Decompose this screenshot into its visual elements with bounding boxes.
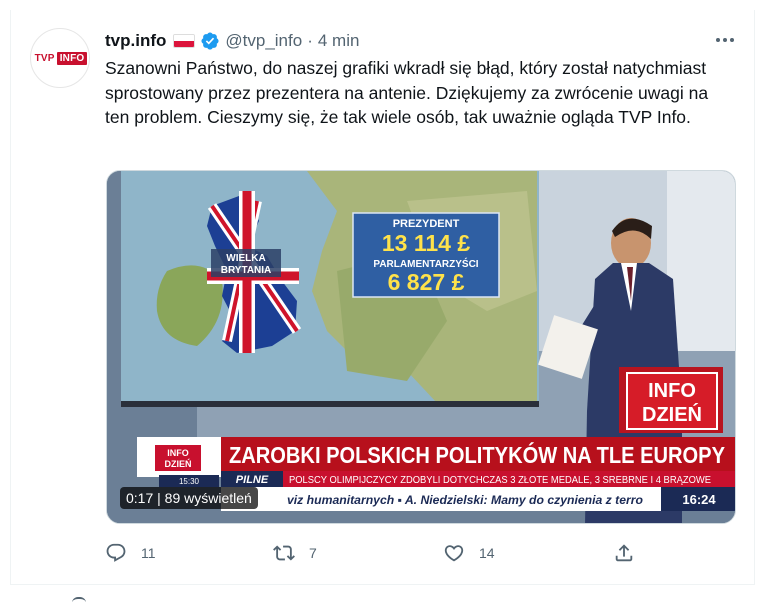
box-title-president: PREZYDENT [393,218,460,230]
small-logo-line2: DZIEŃ [165,459,192,469]
retweet-icon [273,545,295,561]
tweet-header: tvp.info @tvp_info · 4 min [105,30,359,52]
map-label-line1: WIELKA [226,253,265,264]
video-clock: 16:24 [682,492,716,507]
small-logo-time: 15:30 [179,477,200,486]
tweet-timestamp[interactable]: 4 min [318,31,360,51]
info-dzien-logo: INFO DZIEŃ [619,367,723,433]
author-handle[interactable]: @tvp_info [225,31,302,51]
logo-tvp-text: TVP [34,52,55,64]
share-button[interactable] [613,540,635,566]
pilne-label: PILNE [236,474,269,486]
small-logo-line1: INFO [167,448,189,458]
video-timer-views: 0:17 | 89 wyświetleń [120,487,258,509]
ticker-bottom: viz humanitarnych ▪ A. Niedzielski: Mamy… [287,493,643,507]
box-value-president: 13 114 £ [382,230,470,256]
tweet-text: Szanowni Państwo, do naszej grafiki wkra… [105,58,709,127]
next-tweet-icon-stub [72,597,86,602]
poland-flag-icon [173,34,196,48]
more-options-icon[interactable] [712,32,738,48]
reply-icon [106,543,126,562]
box-value-parliament: 6 827 £ [388,269,465,295]
logo-line2: DZIEŃ [642,403,702,426]
verified-badge-icon [201,32,219,50]
heart-icon [444,545,464,562]
reply-count: 11 [141,545,156,561]
map-label-line2: BRYTANIA [221,265,272,276]
avatar[interactable]: TVP INFO [30,28,90,88]
video-headline: ZAROBKI POLSKICH POLITYKÓW NA TLE EUROPY [229,441,725,468]
like-count: 14 [479,545,495,561]
video-player[interactable]: WIELKA BRYTANIA PREZYDENT 13 114 £ PARLA… [106,170,736,524]
separator-dot: · [307,31,313,50]
like-button[interactable]: 14 [443,540,495,566]
retweet-button[interactable]: 7 [273,540,317,566]
tvp-info-logo: TVP INFO [33,51,88,65]
tweet-actions: 11 7 14 [105,540,645,566]
ticker-top: POLSCY OLIMPIJCZYCY ZDOBYLI DOTYCHCZAS 3… [289,475,711,486]
logo-line1: INFO [648,380,696,402]
author-name[interactable]: tvp.info [105,31,166,51]
logo-info-text: INFO [56,51,88,65]
video-frame: WIELKA BRYTANIA PREZYDENT 13 114 £ PARLA… [107,171,735,523]
reply-button[interactable]: 11 [105,540,156,566]
retweet-count: 7 [309,545,317,561]
share-icon [615,544,633,562]
next-tweet-edge [10,585,755,602]
